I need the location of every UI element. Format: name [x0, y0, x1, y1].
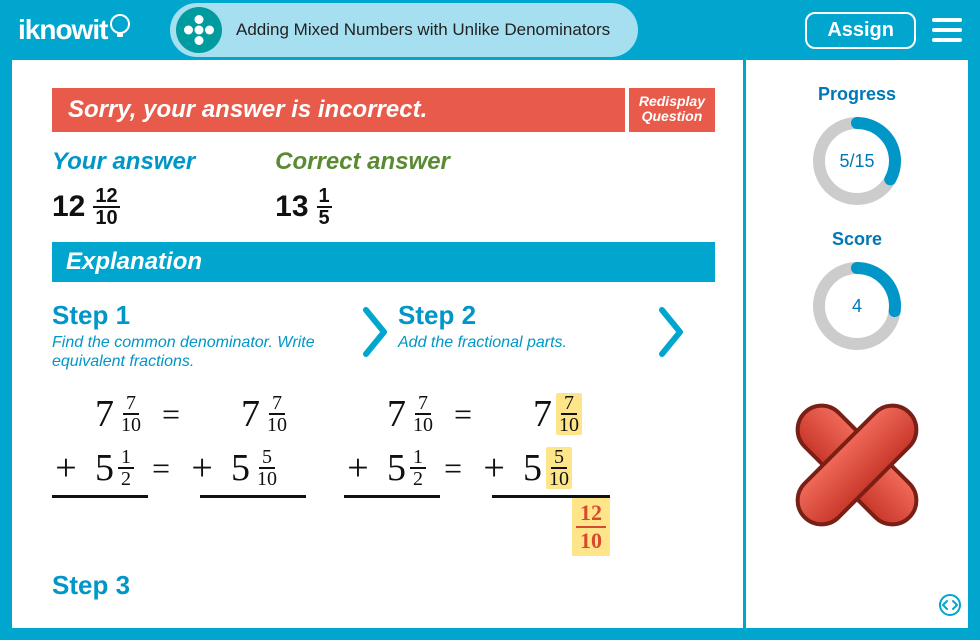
lesson-icon — [176, 7, 222, 53]
highlight-fraction: 710 — [556, 393, 582, 435]
your-answer-whole: 12 — [52, 190, 85, 224]
redisplay-question-button[interactable]: Redisplay Question — [629, 88, 715, 132]
progress-label: Progress — [818, 84, 896, 105]
your-answer-block: Your answer 12 12 10 — [52, 148, 195, 228]
answers-row: Your answer 12 12 10 Correct answer 13 — [52, 148, 715, 228]
step-2-subtitle: Add the fractional parts. — [398, 333, 648, 352]
lightbulb-icon — [109, 13, 131, 48]
work-rule — [344, 495, 610, 498]
lesson-title: Adding Mixed Numbers with Unlike Denomin… — [236, 20, 610, 40]
correct-answer-label: Correct answer — [275, 148, 450, 176]
chevron-right-icon — [658, 306, 684, 363]
chevron-right-icon — [362, 306, 388, 363]
top-right-controls: Assign — [805, 12, 962, 49]
work-rule — [52, 495, 306, 498]
score-value: 4 — [807, 256, 907, 356]
incorrect-x-icon — [772, 380, 942, 550]
work-line: + 5 12 = + 5 510 — [344, 441, 610, 495]
your-answer-value: 12 12 10 — [52, 186, 120, 228]
correct-answer-fraction: 1 5 — [317, 186, 332, 228]
app-frame: iknowit Adding Mixed Numbers with Unlike… — [0, 0, 980, 640]
redisplay-line1: Redisplay — [639, 94, 705, 109]
sum-fraction: 12 10 — [572, 498, 610, 556]
your-answer-fraction: 12 10 — [93, 186, 119, 228]
score-label: Score — [832, 229, 882, 250]
work-line: + 5 12 = + 5 510 — [52, 441, 306, 495]
work-line: 7 710 = 7 710 — [344, 387, 610, 441]
correct-answer-block: Correct answer 13 1 5 — [275, 148, 450, 228]
main-panel: Sorry, your answer is incorrect. Redispl… — [12, 60, 743, 628]
logo[interactable]: iknowit — [18, 6, 156, 54]
step-1-work: 7 710 = 7 710 + 5 12 = + 5 510 — [52, 387, 306, 556]
step-1-subtitle: Find the common denominator. Write equiv… — [52, 333, 352, 371]
highlight-fraction: 510 — [546, 447, 572, 489]
feedback-row: Sorry, your answer is incorrect. Redispl… — [52, 88, 715, 132]
your-answer-label: Your answer — [52, 148, 195, 176]
step-2-work: 7 710 = 7 710 + 5 12 = + 5 510 — [344, 387, 610, 556]
lesson-title-pill: Adding Mixed Numbers with Unlike Denomin… — [170, 3, 638, 57]
step-2-title: Step 2 — [398, 300, 648, 331]
work-row: 7 710 = 7 710 + 5 12 = + 5 510 — [52, 387, 715, 556]
step-2: Step 2 Add the fractional parts. — [398, 300, 648, 371]
work-sum-row: 12 10 — [344, 498, 610, 556]
feedback-message: Sorry, your answer is incorrect. — [52, 88, 625, 132]
step-1-title: Step 1 — [52, 300, 352, 331]
logo-text: iknowit — [18, 13, 131, 48]
assign-button[interactable]: Assign — [805, 12, 916, 49]
top-bar: iknowit Adding Mixed Numbers with Unlike… — [0, 0, 980, 60]
step-3-title: Step 3 — [52, 570, 715, 601]
menu-icon[interactable] — [932, 18, 962, 42]
correct-answer-whole: 13 — [275, 190, 308, 224]
fullscreen-icon[interactable] — [938, 593, 962, 622]
content-area: Sorry, your answer is incorrect. Redispl… — [12, 60, 968, 628]
redisplay-line2: Question — [639, 109, 705, 124]
steps-row: Step 1 Find the common denominator. Writ… — [52, 300, 715, 371]
logo-label: iknowit — [18, 14, 107, 46]
explanation-heading: Explanation — [52, 242, 715, 282]
sidebar: Progress 5/15 Score 4 — [743, 60, 968, 628]
work-line: 7 710 = 7 710 — [52, 387, 306, 441]
step-1: Step 1 Find the common denominator. Writ… — [52, 300, 352, 371]
progress-ring: 5/15 — [807, 111, 907, 211]
progress-value: 5/15 — [807, 111, 907, 211]
score-ring: 4 — [807, 256, 907, 356]
correct-answer-value: 13 1 5 — [275, 186, 332, 228]
